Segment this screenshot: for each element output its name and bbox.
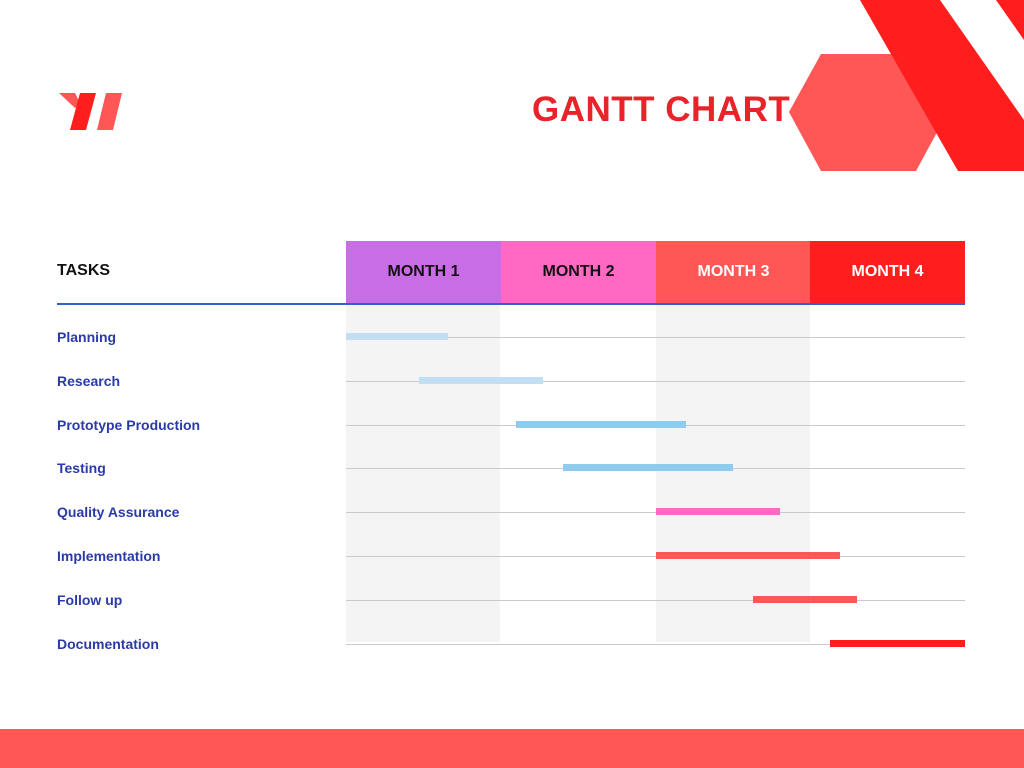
tasks-column-header: TASKS [57,262,111,279]
task-label: Follow up [57,592,123,608]
task-bar [656,508,780,515]
decorative-shapes [789,0,1024,171]
month-header-3: MONTH 3 [656,241,811,303]
task-label: Prototype Production [57,417,201,433]
twin-parallelogram-logo-icon [59,93,122,130]
task-bar [346,333,448,340]
month-header-4: MONTH 4 [810,241,965,303]
red-corner-decoration [996,0,1024,40]
page-title: GANTT CHART [532,90,791,129]
task-label: Testing [57,460,106,476]
month-column-shade [346,305,500,642]
task-label: Research [57,373,121,389]
task-bar [419,377,543,384]
task-bar [830,640,965,647]
month-header-2: MONTH 2 [501,241,656,303]
row-gridline [346,600,965,601]
task-bar [656,552,840,559]
footer-band [0,729,1024,768]
header-rule [57,303,965,305]
task-label: Quality Assurance [57,504,180,520]
task-bar [753,596,857,603]
month-header-1: MONTH 1 [346,241,501,303]
task-bar [516,421,686,428]
month-column-shade [656,305,810,642]
task-label: Implementation [57,548,161,564]
task-bar [563,464,733,471]
task-label: Documentation [57,636,159,652]
task-label: Planning [57,329,117,345]
